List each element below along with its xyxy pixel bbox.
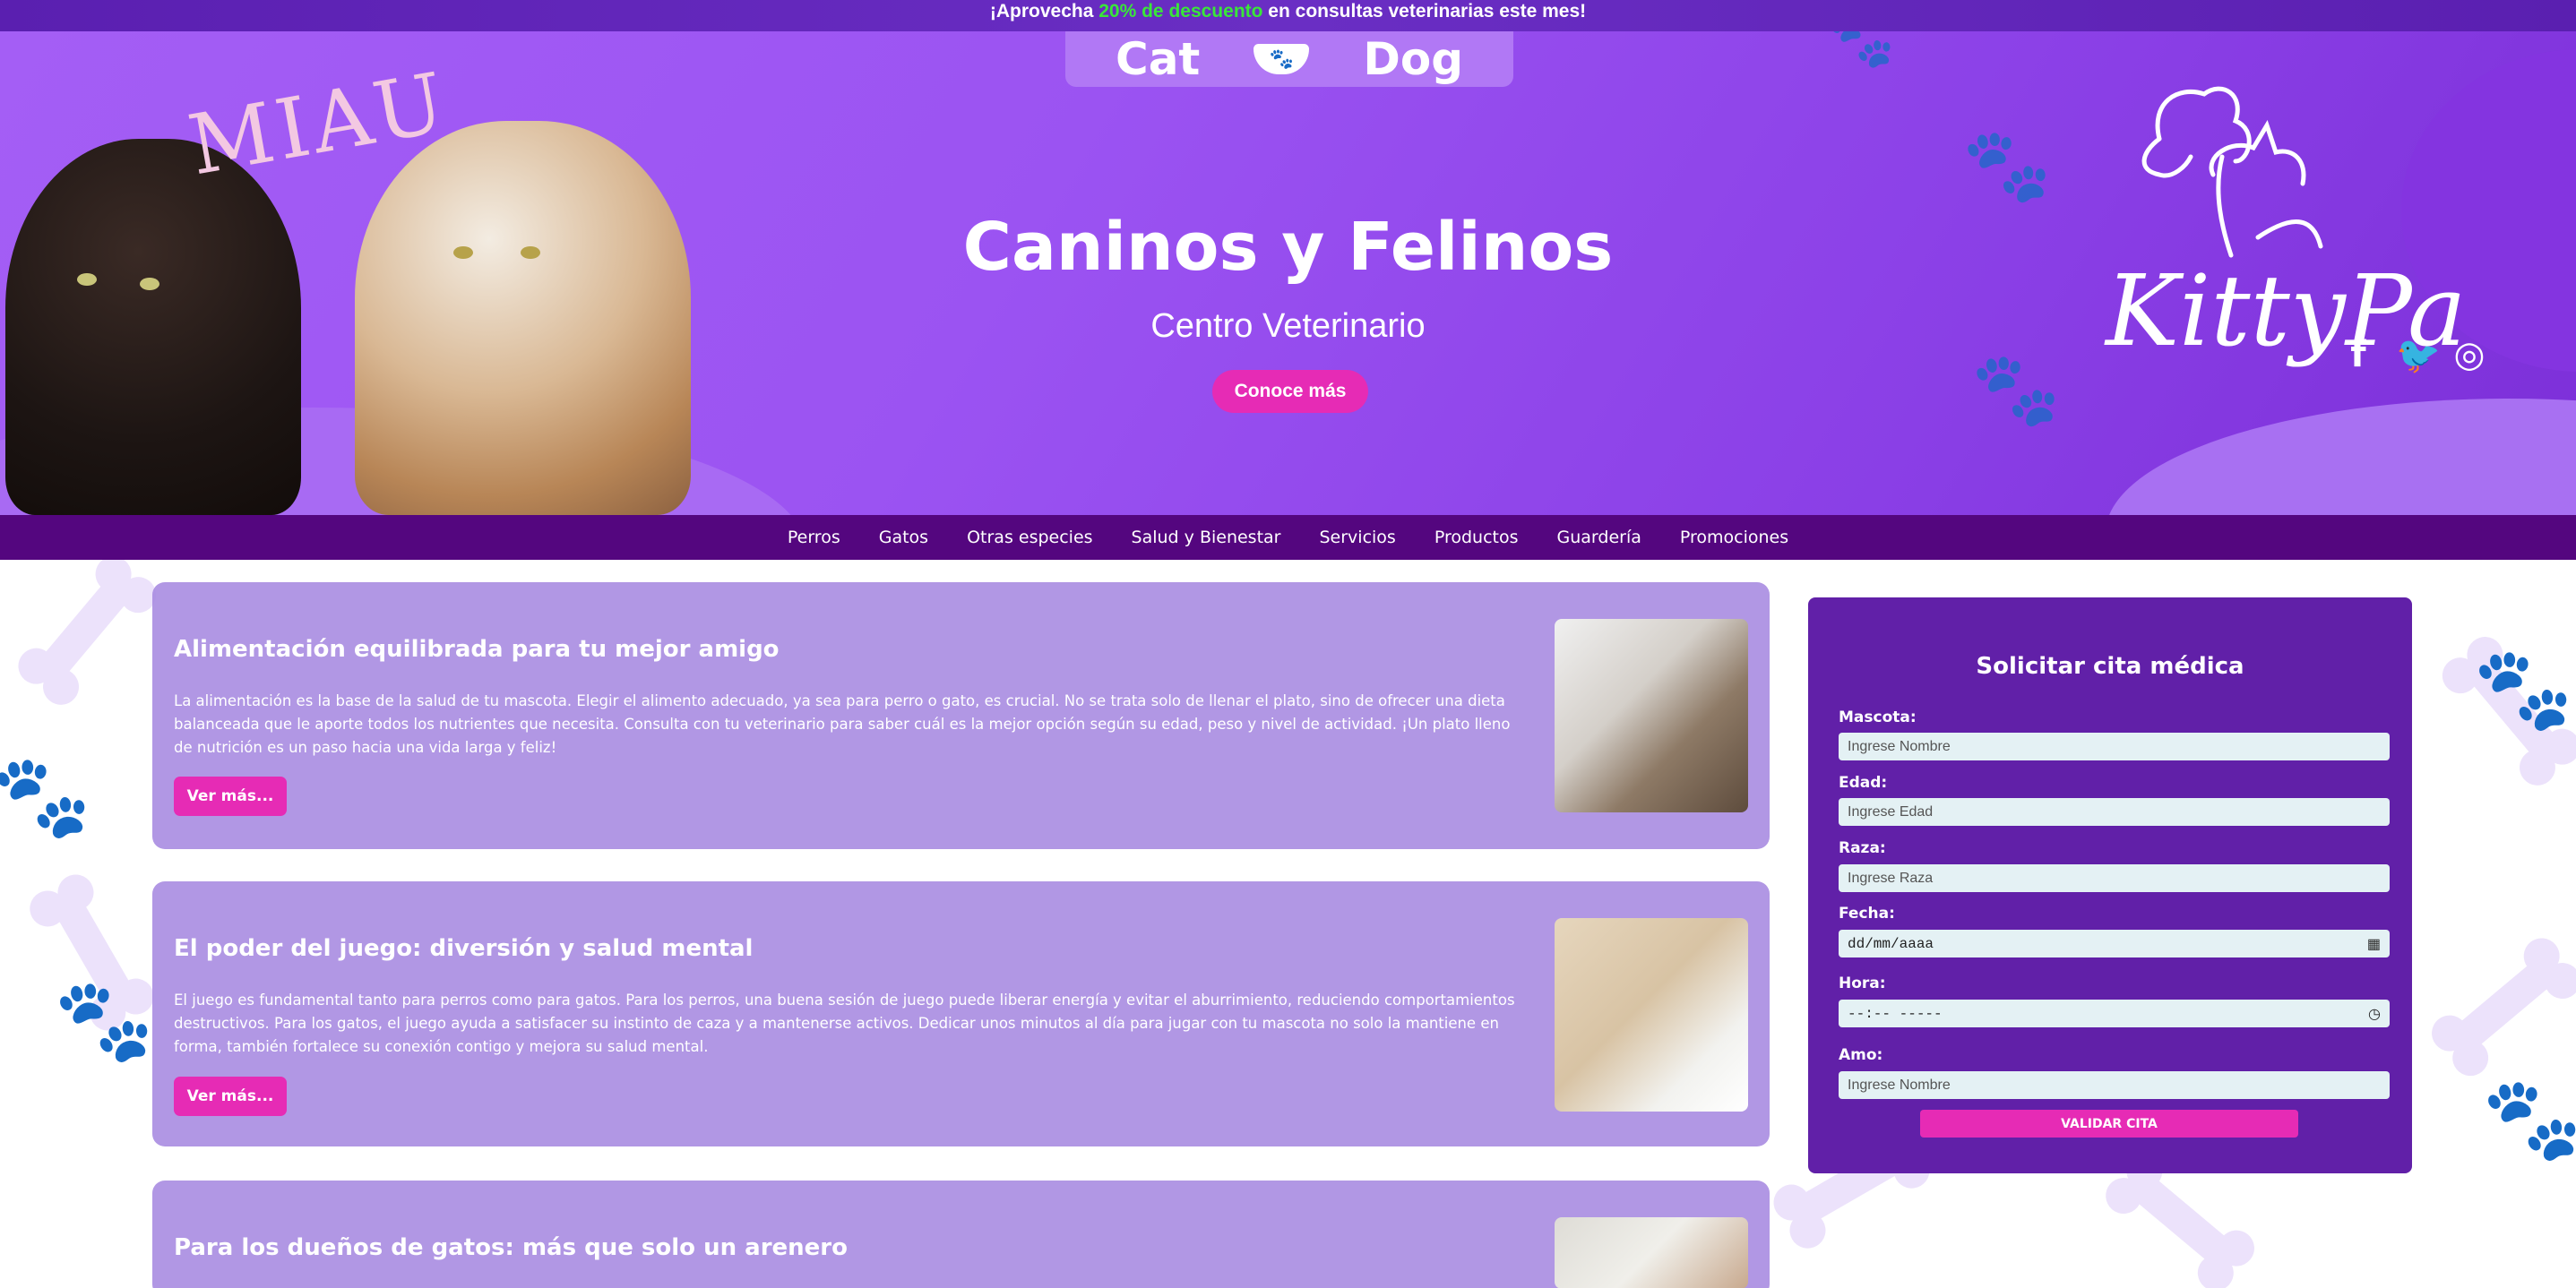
promo-prefix: ¡Aprovecha xyxy=(989,1,1099,21)
paw-icon: 🐾 xyxy=(1971,348,2061,431)
fecha-placeholder: dd/mm/aaaa xyxy=(1848,935,1934,952)
black-cat-image xyxy=(5,139,301,515)
hero-title: Caninos y Felinos xyxy=(962,209,1614,286)
article-text: La alimentación es la base de la salud d… xyxy=(174,692,1511,756)
facebook-icon[interactable]: f xyxy=(2340,334,2376,376)
twitter-icon[interactable]: 🐦 xyxy=(2396,334,2441,376)
hora-placeholder: --:-- ----- xyxy=(1848,1005,1943,1022)
dog-playing-image xyxy=(1555,918,1748,1112)
paw-icon: 🐾 xyxy=(2482,1072,2576,1166)
paw-icon: 🐾 xyxy=(1828,31,1895,72)
cat-food-image xyxy=(1555,619,1748,812)
article-title: El poder del juego: diversión y salud me… xyxy=(174,935,754,962)
article-card: Para los dueños de gatos: más que solo u… xyxy=(152,1181,1770,1288)
calendar-icon[interactable]: ▦ xyxy=(2367,935,2381,953)
edad-input[interactable]: Ingrese Edad xyxy=(1839,798,2390,826)
instagram-icon[interactable]: ◎ xyxy=(2451,334,2487,376)
fecha-label: Fecha: xyxy=(1839,905,1895,923)
appointment-form: Solicitar cita médica Mascota: Ingrese N… xyxy=(1808,597,2412,1173)
paw-icon: 🐾 xyxy=(54,974,155,1068)
bone-pattern xyxy=(2120,1164,2244,1275)
dog-label: Dog xyxy=(1363,33,1463,85)
mascota-placeholder: Ingrese Nombre xyxy=(1848,738,1951,754)
article-title: Para los dueños de gatos: más que solo u… xyxy=(174,1234,848,1261)
paw-icon: 🐾 xyxy=(0,750,92,844)
paw-icon: 🐾 xyxy=(2473,642,2574,736)
article-card: Alimentación equilibrada para tu mejor a… xyxy=(152,582,1770,849)
raza-input[interactable]: Ingrese Raza xyxy=(1839,864,2390,892)
cat-dog-logo[interactable]: Cat 🐾 Dog xyxy=(1065,31,1513,87)
article-text: El juego es fundamental tanto para perro… xyxy=(174,992,1515,1055)
nav-item-servicios[interactable]: Servicios xyxy=(1319,528,1395,547)
calico-cat-image xyxy=(355,121,691,515)
bone-pattern xyxy=(30,567,141,691)
nav-item-perros[interactable]: Perros xyxy=(788,528,840,547)
main-nav: Perros Gatos Otras especies Salud y Bien… xyxy=(0,515,2576,560)
social-links: f 🐦 ◎ xyxy=(2340,334,2487,376)
edad-label: Edad: xyxy=(1839,774,1888,792)
article-card: El poder del juego: diversión y salud me… xyxy=(152,881,1770,1146)
amo-input[interactable]: Ingrese Nombre xyxy=(1839,1071,2390,1099)
cat-label: Cat xyxy=(1116,33,1201,85)
mascota-input[interactable]: Ingrese Nombre xyxy=(1839,733,2390,760)
promo-highlight: 20% de descuento xyxy=(1098,1,1263,21)
hero-decoration xyxy=(2106,399,2576,515)
pet-bowl-icon: 🐾 xyxy=(1254,44,1310,74)
promo-banner: ¡Aprovecha 20% de descuento en consultas… xyxy=(0,0,2576,31)
hero-banner: 🐾 🐾 🐾 MIAU Caninos y Felinos Centro Vete… xyxy=(0,31,2576,515)
raza-placeholder: Ingrese Raza xyxy=(1848,870,1934,886)
nav-item-salud-bienestar[interactable]: Salud y Bienestar xyxy=(1132,528,1281,547)
nav-item-guarderia[interactable]: Guardería xyxy=(1557,528,1641,547)
nav-item-gatos[interactable]: Gatos xyxy=(879,528,928,547)
raza-label: Raza: xyxy=(1839,839,1886,857)
hero-subtitle: Centro Veterinario xyxy=(1150,307,1426,345)
ver-mas-button[interactable]: Ver más... xyxy=(174,777,287,816)
paw-icon: 🐾 xyxy=(1962,124,2052,207)
conoce-mas-button[interactable]: Conoce más xyxy=(1212,370,1368,413)
amo-placeholder: Ingrese Nombre xyxy=(1848,1077,1951,1093)
nav-item-otras-especies[interactable]: Otras especies xyxy=(967,528,1092,547)
edad-placeholder: Ingrese Edad xyxy=(1848,803,1934,820)
article-title: Alimentación equilibrada para tu mejor a… xyxy=(174,636,780,663)
ver-mas-button[interactable]: Ver más... xyxy=(174,1077,287,1116)
validar-cita-button[interactable]: VALIDAR CITA xyxy=(1920,1110,2298,1138)
clock-icon[interactable]: ◷ xyxy=(2368,1005,2381,1023)
fecha-input[interactable]: dd/mm/aaaa ▦ xyxy=(1839,930,2390,957)
hora-label: Hora: xyxy=(1839,975,1886,992)
mascota-label: Mascota: xyxy=(1839,708,1917,726)
form-title: Solicitar cita médica xyxy=(1976,653,2244,680)
promo-suffix: en consultas veterinarias este mes! xyxy=(1262,1,1587,21)
nav-item-productos[interactable]: Productos xyxy=(1434,528,1519,547)
hora-input[interactable]: --:-- ----- ◷ xyxy=(1839,1000,2390,1027)
amo-label: Amo: xyxy=(1839,1046,1883,1064)
cat-litter-image xyxy=(1555,1217,1748,1288)
nav-item-promociones[interactable]: Promociones xyxy=(1680,528,1788,547)
bone-pattern xyxy=(2442,949,2566,1060)
